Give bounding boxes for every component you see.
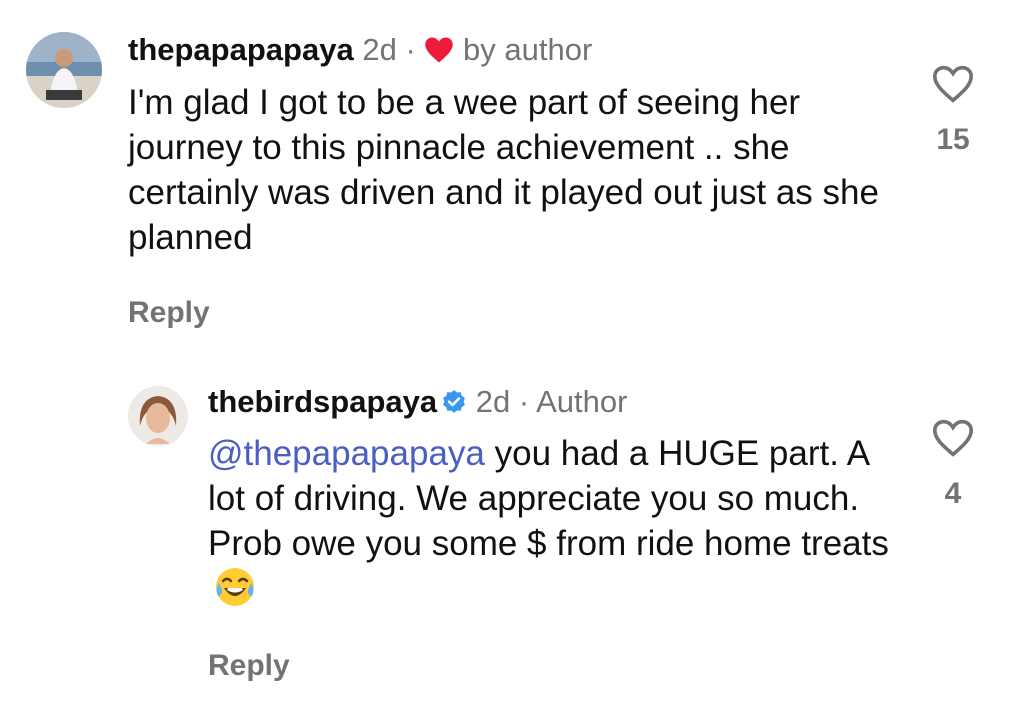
like-count: 4 [944, 477, 962, 510]
comment-meta: thepapapapaya 2d · by author [128, 30, 908, 74]
heart-outline-icon[interactable] [931, 419, 975, 462]
comment-body: thepapapapaya 2d · by author I'm glad I … [128, 30, 908, 330]
heart-outline-icon[interactable] [931, 65, 975, 108]
tears-of-joy-emoji-icon [214, 566, 256, 619]
comment-body: thebirdspapaya 2d · Author @thepapapapay… [208, 382, 908, 683]
avatar[interactable] [128, 386, 188, 446]
like-control: 15 [928, 64, 978, 157]
reply-button[interactable]: Reply [128, 296, 908, 330]
separator: · [518, 384, 530, 419]
like-count: 15 [936, 123, 970, 156]
comment-thread: thepapapapaya 2d · by author I'm glad I … [0, 0, 1024, 712]
liked-by-author-label: by author [463, 32, 593, 67]
heart-filled-icon [424, 34, 454, 74]
mention-link[interactable]: @thepapapapaya [208, 434, 485, 473]
verified-badge-icon [441, 385, 467, 425]
username[interactable]: thebirdspapaya [208, 384, 437, 419]
like-control: 4 [928, 418, 978, 511]
comment-text: I'm glad I got to be a wee part of seein… [128, 83, 879, 257]
comment-meta: thebirdspapaya 2d · Author [208, 382, 908, 425]
reply-button[interactable]: Reply [208, 649, 908, 683]
timestamp: 2d [475, 384, 511, 419]
avatar[interactable] [26, 32, 102, 108]
username[interactable]: thepapapapaya [128, 32, 354, 67]
timestamp: 2d [362, 32, 397, 67]
author-badge: Author [536, 384, 628, 419]
separator: · [405, 32, 416, 67]
comment-text: @thepapapapaya you had a HUGE part. A lo… [208, 431, 908, 619]
